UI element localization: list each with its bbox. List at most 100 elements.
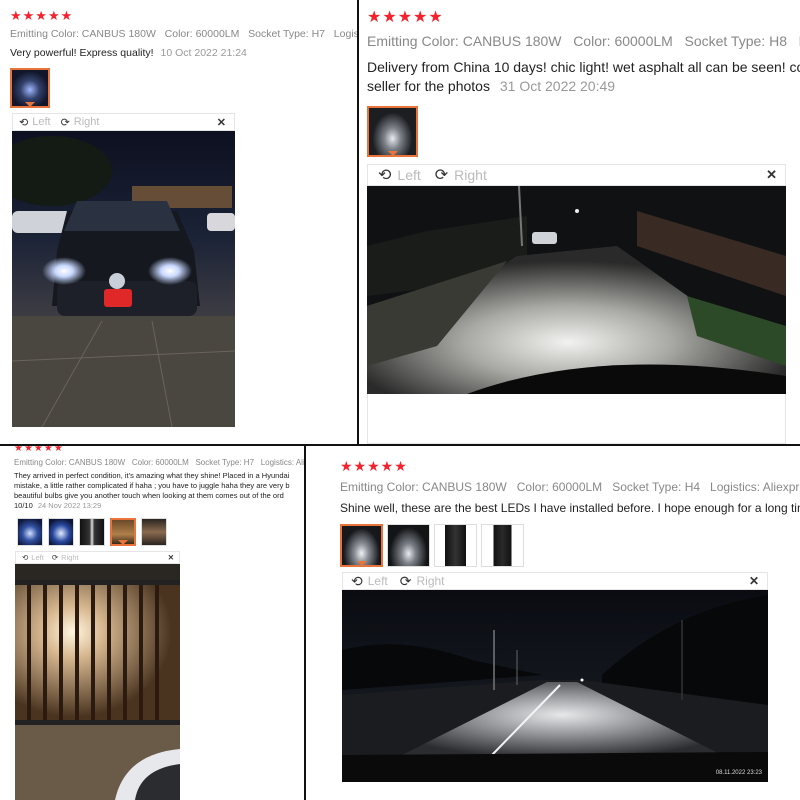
image-viewer-toolbar: ⟲ Left ⟳ Right ✕ — [12, 113, 235, 131]
attr-key: Socket Type: — [612, 480, 682, 494]
thumbnail-2[interactable] — [387, 524, 430, 567]
rating-stars: ★★★★★ — [10, 8, 74, 23]
review-date: 10 Oct 2022 21:24 — [160, 47, 247, 59]
review-body: Delivery from China 10 days! chic light!… — [367, 59, 800, 75]
review-body-line: beautiful bulbs give you another touch w… — [14, 491, 284, 500]
rotate-right-label[interactable]: Right — [416, 574, 444, 588]
attr-key: Socket Type: — [248, 28, 309, 40]
close-icon[interactable]: ✕ — [217, 116, 226, 129]
attr-value: CANBUS 180W — [81, 28, 156, 40]
review-photo-car-headlights — [12, 131, 235, 427]
thumbnail-1[interactable] — [340, 524, 383, 567]
attr-value: Aliex — [295, 458, 304, 467]
review-attributes: Emitting Color: CANBUS 180W Color: 60000… — [10, 28, 357, 40]
rotate-left-label[interactable]: Left — [397, 167, 420, 183]
attr-value: H8 — [769, 33, 787, 49]
attr-key: Socket Type: — [684, 33, 766, 49]
rotate-left-icon[interactable]: ⟲ — [19, 116, 28, 129]
photo-timestamp: 08.11.2022 23:23 — [716, 770, 763, 776]
rotate-right-icon[interactable]: ⟳ — [435, 165, 448, 185]
attr-value: 60000LM — [155, 458, 189, 467]
thumbnail-2[interactable] — [48, 518, 74, 546]
attr-value: CANBUS 180W — [422, 480, 507, 494]
close-icon[interactable]: ✕ — [168, 553, 174, 562]
grid-divider-horizontal — [0, 444, 800, 446]
thumbnail-3[interactable] — [434, 524, 477, 567]
attr-key: Color: — [516, 480, 549, 494]
attr-key: Color: — [573, 33, 611, 49]
review-card-2: ★★★★★ Emitting Color: CANBUS 180W Color:… — [359, 0, 800, 444]
rotate-right-label[interactable]: Right — [454, 167, 487, 183]
attr-key: Logistics: — [260, 458, 295, 467]
review-body: seller for the photos — [367, 78, 490, 94]
rating-stars: ★★★★★ — [367, 9, 444, 26]
thumbnail-strip — [10, 68, 50, 108]
thumbnail-strip — [17, 518, 167, 546]
rotate-left-label[interactable]: Left — [32, 116, 50, 128]
image-viewer-toolbar: ⟲ Left ⟳ Right ✕ — [15, 551, 180, 564]
attr-key: Logis — [333, 28, 357, 40]
rotate-right-label[interactable]: Right — [74, 116, 100, 128]
review-date: 24 Nov 2022 13:29 — [37, 501, 102, 510]
attr-value: 60000LM — [614, 33, 673, 49]
rotate-left-label[interactable]: Left — [31, 553, 44, 562]
thumbnail-3[interactable] — [79, 518, 105, 546]
thumbnail-5[interactable] — [141, 518, 167, 546]
attr-value: CANBUS 180W — [68, 458, 126, 467]
attr-key: Emitting Color: — [340, 480, 419, 494]
review-body: Very powerful! Express quality! — [10, 47, 154, 59]
grid-divider-vertical-top — [357, 0, 359, 446]
rotate-left-icon[interactable]: ⟲ — [22, 553, 28, 562]
thumbnail-1[interactable] — [17, 518, 43, 546]
review-text: They arrived in perfect condition, it's … — [14, 471, 290, 511]
attr-value: 60000LM — [195, 28, 240, 40]
rotate-left-icon[interactable]: ⟲ — [378, 165, 391, 185]
close-icon[interactable]: ✕ — [749, 574, 759, 588]
rotate-right-icon[interactable]: ⟳ — [61, 116, 70, 129]
review-body: Shine well, these are the best LEDs I ha… — [340, 501, 800, 515]
review-photo-gate — [15, 564, 180, 800]
attr-value: CANBUS 180W — [462, 33, 562, 49]
attr-key: Color: — [164, 28, 193, 40]
rotate-left-label[interactable]: Left — [368, 574, 388, 588]
review-body-line: They arrived in perfect condition, it's … — [14, 471, 290, 480]
rotate-right-label[interactable]: Right — [61, 553, 79, 562]
review-attributes: Emitting Color: CANBUS 180W Color: 60000… — [367, 33, 800, 49]
review-body-line: mistake, a little rather complicated if … — [14, 481, 290, 490]
review-photo-highway: 08.11.2022 23:23 — [342, 590, 768, 782]
rotate-right-icon[interactable]: ⟳ — [400, 573, 412, 590]
review-card-4: ★★★★★ Emitting Color: CANBUS 180W Color:… — [306, 446, 800, 800]
rating-stars: ★★★★★ — [14, 446, 64, 454]
attr-key: Emitting Color: — [10, 28, 79, 40]
attr-value: H7 — [311, 28, 326, 40]
attr-value: H7 — [243, 458, 255, 467]
thumbnail-4[interactable] — [481, 524, 524, 567]
review-body-line: 10/10 — [14, 501, 33, 510]
rotate-right-icon[interactable]: ⟳ — [52, 553, 58, 562]
thumbnail-1[interactable] — [367, 106, 418, 157]
thumbnail-1[interactable] — [10, 68, 50, 108]
gate-photo-illustration — [15, 564, 180, 800]
close-icon[interactable]: ✕ — [766, 167, 777, 183]
thumbnail-strip — [340, 524, 524, 567]
thumbnail-4[interactable] — [110, 518, 136, 546]
review-text: Very powerful! Express quality! 10 Oct 2… — [10, 47, 247, 59]
rating-stars: ★★★★★ — [340, 458, 408, 474]
image-viewer-toolbar: ⟲ Left ⟳ Right ✕ — [342, 572, 768, 590]
rotate-left-icon[interactable]: ⟲ — [351, 573, 363, 590]
image-viewer-toolbar: ⟲ Left ⟳ Right ✕ — [367, 164, 786, 186]
review-photo-night-road — [367, 186, 786, 394]
attr-key: Color: — [131, 458, 154, 467]
car-photo-illustration — [12, 131, 235, 427]
review-date: 31 Oct 2022 20:49 — [499, 78, 616, 94]
road-photo-illustration — [367, 186, 786, 394]
review-attributes: Emitting Color: CANBUS 180W Color: 60000… — [14, 458, 304, 467]
attr-key: Emitting Color: — [367, 33, 459, 49]
review-card-3: ★★★★★ Emitting Color: CANBUS 180W Color:… — [0, 446, 304, 800]
thumbnail-strip — [367, 106, 418, 157]
review-attributes: Emitting Color: CANBUS 180W Color: 60000… — [340, 480, 800, 494]
attr-key: Socket Type: — [195, 458, 242, 467]
highway-photo-illustration: 08.11.2022 23:23 — [342, 590, 768, 782]
attr-key: Emitting Color: — [14, 458, 67, 467]
review-card-1: ★★★★★ Emitting Color: CANBUS 180W Color:… — [0, 0, 357, 444]
